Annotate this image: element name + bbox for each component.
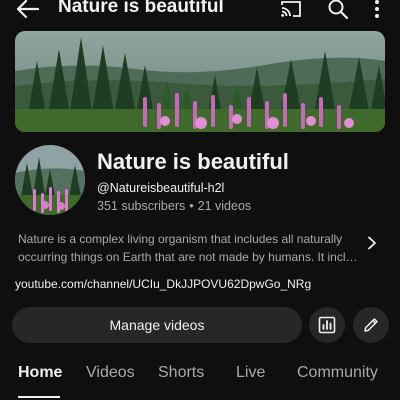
search-icon[interactable]	[327, 0, 349, 20]
channel-avatar[interactable]	[15, 145, 85, 215]
edit-channel-button[interactable]	[353, 307, 389, 343]
stats-separator: •	[189, 199, 194, 213]
top-bar-title: Nature is beautiful	[58, 0, 224, 17]
description-line: Nature is a complex living organism that…	[18, 232, 343, 246]
channel-handle: @Natureisbeautiful-h2l	[97, 181, 225, 195]
channel-name: Nature is beautiful	[97, 149, 289, 174]
video-count: 21 videos	[197, 199, 252, 213]
more-vert-icon[interactable]	[370, 0, 384, 19]
chevron-right-icon[interactable]	[366, 236, 378, 250]
analytics-button[interactable]	[309, 307, 345, 343]
back-arrow-icon[interactable]	[14, 0, 40, 20]
top-app-bar: Nature is beautiful	[0, 0, 400, 22]
description-line: occurring things on Earth that are not m…	[18, 250, 358, 264]
tab-live[interactable]: Live	[236, 364, 265, 382]
channel-stats: 351 subscribers • 21 videos	[97, 199, 251, 213]
edit-icon	[364, 318, 378, 332]
channel-banner	[15, 31, 385, 132]
channel-link[interactable]: youtube.com/channel/UCIu_DkJJPOVU62DpwGo…	[15, 277, 311, 291]
subscriber-count: 351 subscribers	[97, 199, 186, 213]
active-tab-indicator	[18, 396, 60, 398]
tab-videos[interactable]: Videos	[86, 364, 135, 382]
cast-icon[interactable]	[280, 0, 302, 18]
avatar-image	[15, 145, 85, 215]
tab-home[interactable]: Home	[18, 364, 62, 382]
channel-tabs: Home Videos Shorts Live Community	[0, 360, 400, 400]
analytics-icon	[318, 316, 336, 334]
tab-shorts[interactable]: Shorts	[158, 364, 204, 382]
tab-community[interactable]: Community	[297, 364, 378, 382]
channel-description[interactable]: Nature is a complex living organism that…	[18, 230, 358, 266]
banner-image	[15, 31, 385, 132]
manage-videos-button[interactable]: Manage videos	[12, 307, 302, 343]
